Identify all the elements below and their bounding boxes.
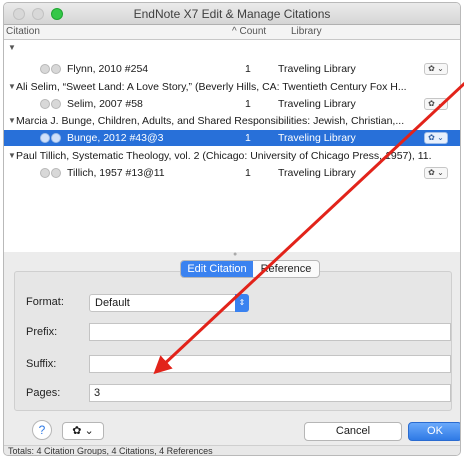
edit-manage-citations-window: EndNote X7 Edit & Manage Citations Citat… xyxy=(3,2,461,456)
status-dot-icon xyxy=(51,168,61,178)
disclosure-triangle-icon[interactable]: ▼ xyxy=(8,116,16,125)
citation-label: Bunge, 2012 #43@3 xyxy=(67,132,164,144)
help-icon[interactable]: ? xyxy=(32,420,52,440)
citation-label: Flynn, 2010 #254 xyxy=(67,63,149,75)
format-value: Default xyxy=(95,297,130,309)
column-library[interactable]: Library xyxy=(291,26,322,37)
citation-status-icons xyxy=(40,99,62,112)
citation-row[interactable]: Flynn, 2010 #254 1 Traveling Library ✿ ⌄ xyxy=(4,61,460,77)
status-dot-icon xyxy=(51,64,61,74)
tab-edit-citation[interactable]: Edit Citation xyxy=(181,261,253,277)
citation-group-row[interactable]: ▼ Ali Selim, “Sweet Land: A Love Story,”… xyxy=(4,79,460,95)
citation-row-selected[interactable]: Bunge, 2012 #43@3 1 Traveling Library ✿ … xyxy=(4,130,460,146)
citation-status-icons xyxy=(40,64,62,77)
pages-field[interactable]: 3 xyxy=(89,384,451,402)
ok-button[interactable]: OK xyxy=(408,422,460,441)
disclosure-triangle-icon[interactable]: ▼ xyxy=(8,43,16,52)
disclosure-triangle-icon[interactable]: ▼ xyxy=(8,82,16,91)
tab-segmented-control: Edit Citation Reference xyxy=(180,260,320,278)
gear-icon[interactable]: ✿ ⌄ xyxy=(424,132,448,144)
citation-library: Traveling Library xyxy=(278,63,356,75)
pages-label: Pages: xyxy=(26,387,61,399)
status-dot-icon xyxy=(40,168,50,178)
column-citation[interactable]: Citation xyxy=(6,26,40,37)
status-dot-icon xyxy=(40,64,50,74)
citation-group-row[interactable]: ▼ Paul Tillich, Systematic Theology, vol… xyxy=(4,148,460,164)
suffix-label: Suffix: xyxy=(26,358,57,370)
status-dot-icon xyxy=(40,133,50,143)
citation-label: Selim, 2007 #58 xyxy=(67,98,143,110)
citation-status-icons xyxy=(40,133,62,146)
citation-count: 1 xyxy=(245,132,251,144)
title-bar: EndNote X7 Edit & Manage Citations xyxy=(4,3,460,25)
citation-count: 1 xyxy=(245,63,251,75)
column-header: Citation ^ Count Library xyxy=(4,25,460,40)
group-text: Ali Selim, “Sweet Land: A Love Story,” (… xyxy=(16,81,407,93)
citation-group-row[interactable]: ▼ xyxy=(4,40,460,56)
disclosure-triangle-icon[interactable]: ▼ xyxy=(8,151,16,160)
citation-library: Traveling Library xyxy=(278,167,356,179)
citation-status-icons xyxy=(40,168,62,181)
citation-group-row[interactable]: ▼ Marcia J. Bunge, Children, Adults, and… xyxy=(4,113,460,129)
group-text: Paul Tillich, Systematic Theology, vol. … xyxy=(16,150,432,162)
format-label: Format: xyxy=(26,296,64,308)
edit-citation-panel: Format: Default ⇕ Prefix: Suffix: Pages:… xyxy=(14,271,452,411)
tab-reference[interactable]: Reference xyxy=(253,261,319,277)
citation-row[interactable]: Tillich, 1957 #13@11 1 Traveling Library… xyxy=(4,165,460,181)
column-count[interactable]: ^ Count xyxy=(232,26,266,37)
status-dot-icon xyxy=(51,99,61,109)
prefix-label: Prefix: xyxy=(26,326,58,338)
cancel-button[interactable]: Cancel xyxy=(304,422,402,441)
gear-icon: ✿ ⌄ xyxy=(72,425,94,437)
action-menu-button[interactable]: ✿ ⌄ xyxy=(62,422,104,440)
status-dot-icon xyxy=(51,133,61,143)
citation-library: Traveling Library xyxy=(278,132,356,144)
chevron-updown-icon: ⇕ xyxy=(235,294,249,312)
citation-library: Traveling Library xyxy=(278,98,356,110)
splitter-handle[interactable]: ● xyxy=(233,251,237,258)
gear-icon[interactable]: ✿ ⌄ xyxy=(424,98,448,110)
citation-list: ▼ Flynn, 2010 #254 1 Traveling Library ✿… xyxy=(4,40,460,252)
group-text: Marcia J. Bunge, Children, Adults, and S… xyxy=(16,115,405,127)
citation-count: 1 xyxy=(245,98,251,110)
gear-icon[interactable]: ✿ ⌄ xyxy=(424,167,448,179)
status-dot-icon xyxy=(40,99,50,109)
gear-icon[interactable]: ✿ ⌄ xyxy=(424,63,448,75)
status-bar: Totals: 4 Citation Groups, 4 Citations, … xyxy=(4,445,460,455)
citation-count: 1 xyxy=(245,167,251,179)
format-select[interactable]: Default ⇕ xyxy=(89,294,249,312)
prefix-field[interactable] xyxy=(89,323,451,341)
citation-row[interactable]: Selim, 2007 #58 1 Traveling Library ✿ ⌄ xyxy=(4,96,460,112)
citation-label: Tillich, 1957 #13@11 xyxy=(67,167,165,179)
suffix-field[interactable] xyxy=(89,355,451,373)
window-title: EndNote X7 Edit & Manage Citations xyxy=(133,7,331,21)
